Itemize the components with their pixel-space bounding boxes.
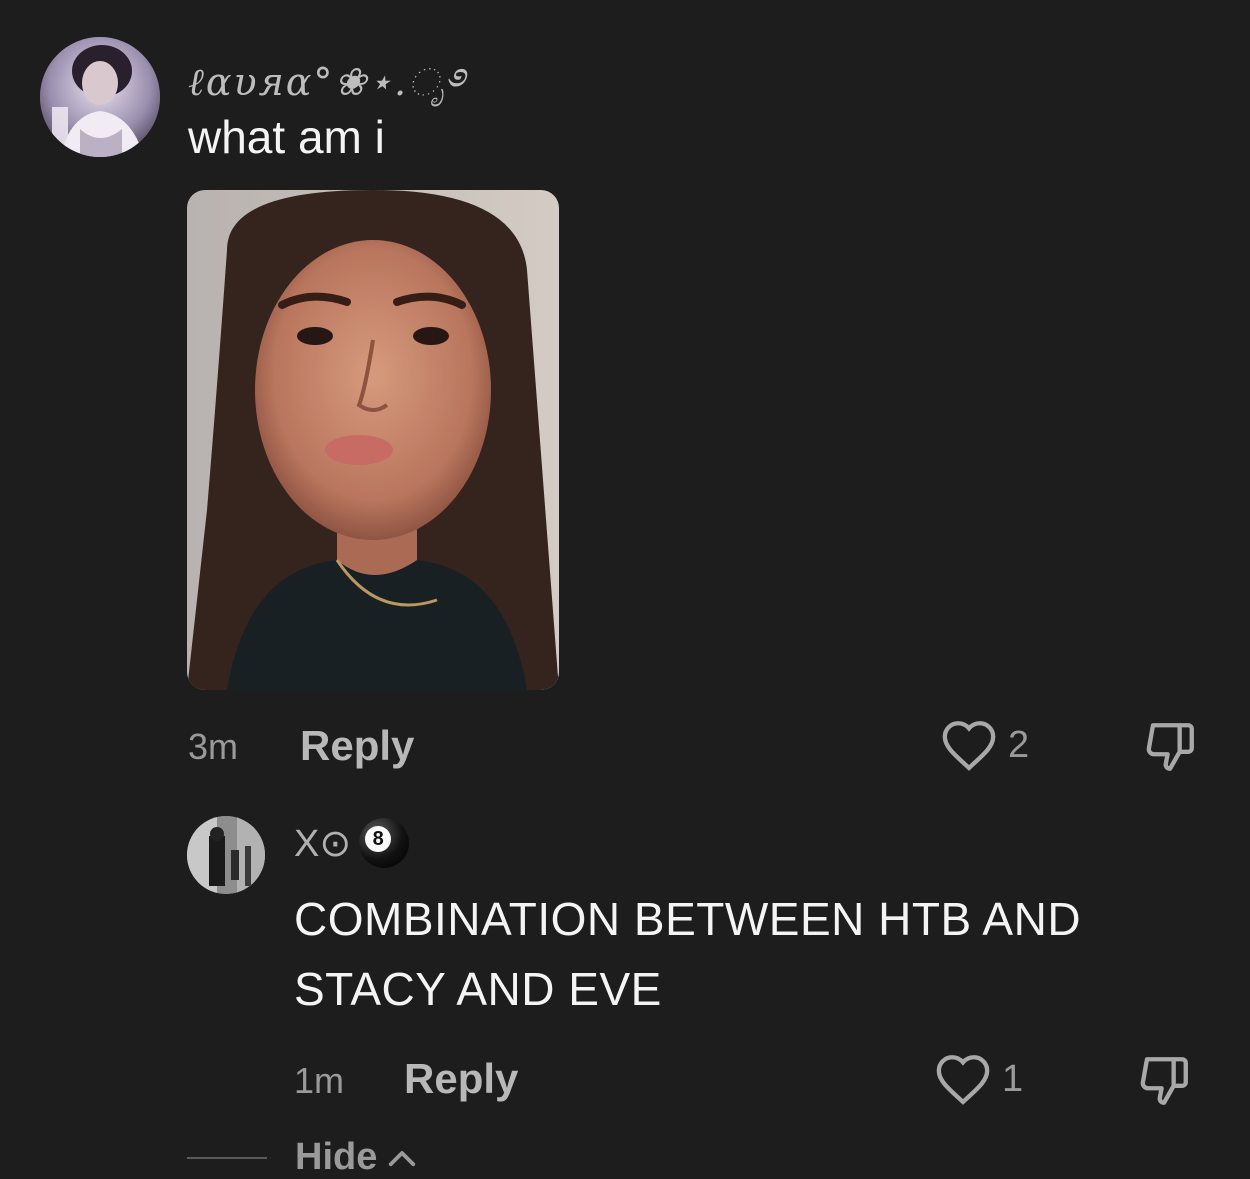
eight-ball-icon: 8 <box>359 818 410 868</box>
main-comment-text: what am i <box>188 111 385 163</box>
heart-outline-icon <box>942 721 996 771</box>
thumbs-down-icon <box>1140 1057 1188 1105</box>
reply-comment-reply-button[interactable]: Reply <box>404 1055 518 1103</box>
avatar-image <box>40 37 160 157</box>
eight-ball-number: 8 <box>365 826 392 852</box>
heart-outline-icon <box>936 1055 990 1105</box>
reply-username-text: X⊙ <box>294 822 352 865</box>
hide-replies-row: Hide <box>187 1136 417 1179</box>
reply-comment-like-count: 1 <box>1002 1057 1024 1100</box>
hide-replies-button[interactable]: Hide <box>295 1136 417 1179</box>
hide-replies-label: Hide <box>295 1136 378 1178</box>
reply-comment-like-button[interactable]: 1 <box>934 1052 1023 1106</box>
avatar-image <box>187 816 265 894</box>
reply-comment-dislike-button[interactable] <box>1134 1052 1194 1115</box>
main-comment-like-button[interactable]: 2 <box>940 718 1029 772</box>
reply-comment-text: COMBINATION BETWEEN HTB AND STACY AND EV… <box>294 893 1082 1015</box>
main-comment-reply-button[interactable]: Reply <box>300 722 414 770</box>
thumbs-down-icon <box>1146 723 1194 771</box>
main-comment-like-count: 2 <box>1008 723 1030 766</box>
main-comment-timestamp: 3m <box>188 726 239 767</box>
reply-comment-avatar[interactable] <box>187 816 265 894</box>
comment-attached-photo[interactable] <box>187 190 559 690</box>
attached-photo-image <box>187 190 559 690</box>
chevron-up-icon <box>389 1150 416 1166</box>
reply-comment-username[interactable]: X⊙ 8 <box>294 818 410 868</box>
main-comment-dislike-button[interactable] <box>1140 718 1200 781</box>
thread-divider <box>187 1156 267 1159</box>
main-comment-avatar[interactable] <box>40 37 160 157</box>
reply-comment-timestamp: 1m <box>294 1060 345 1101</box>
